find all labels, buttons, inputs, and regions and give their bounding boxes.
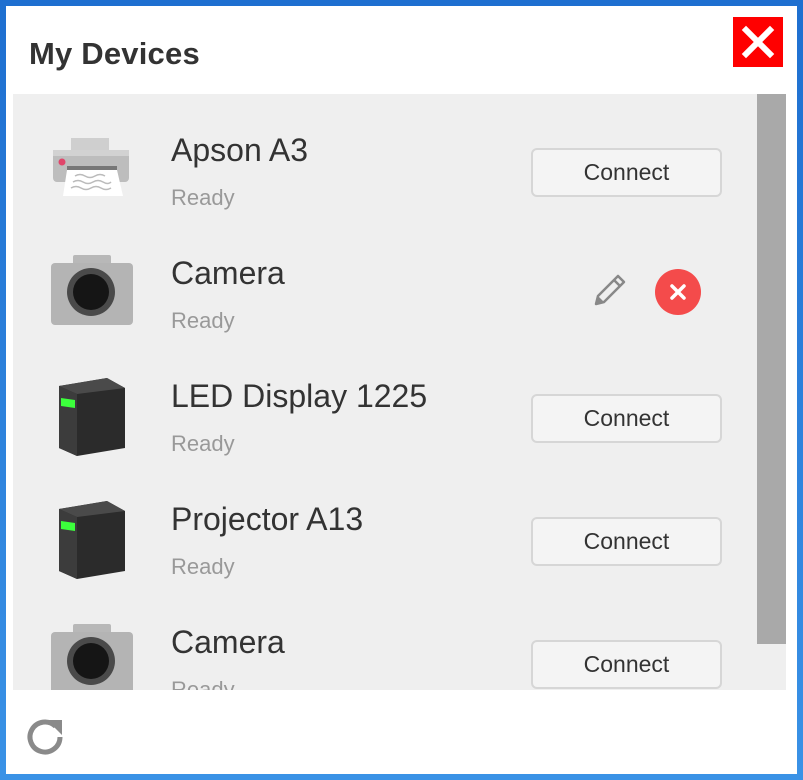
printer-icon	[49, 128, 133, 212]
device-status: Ready	[171, 677, 235, 690]
device-status: Ready	[171, 554, 235, 579]
device-name: LED Display 1225	[171, 378, 428, 414]
refresh-button[interactable]	[18, 710, 72, 764]
device-row[interactable]: Camera Ready	[13, 217, 750, 340]
dialog-title: My Devices	[29, 36, 200, 71]
device-list[interactable]: Apson A3 Ready Connect Camera Ready LED …	[13, 94, 786, 690]
close-icon	[741, 25, 775, 59]
device-status: Ready	[171, 431, 235, 456]
dialog-footer	[6, 690, 797, 774]
delete-device-button[interactable]	[655, 269, 701, 315]
delete-x-icon	[670, 284, 686, 300]
scrollbar-thumb[interactable]	[757, 94, 786, 644]
edit-device-button[interactable]	[586, 266, 634, 314]
camera-icon	[49, 620, 133, 690]
device-row[interactable]: LED Display 1225 Ready Connect	[13, 340, 750, 463]
connect-button[interactable]: Connect	[531, 640, 722, 689]
scrollbar[interactable]	[750, 94, 786, 690]
close-button[interactable]	[733, 17, 783, 67]
refresh-icon	[27, 719, 63, 755]
pencil-icon	[594, 274, 626, 306]
display-box-icon	[49, 374, 133, 458]
camera-icon	[49, 251, 133, 335]
connect-button[interactable]: Connect	[531, 148, 722, 197]
device-row[interactable]: Apson A3 Ready Connect	[13, 94, 750, 217]
connect-button[interactable]: Connect	[531, 394, 722, 443]
device-name: Camera	[171, 255, 285, 291]
device-status: Ready	[171, 185, 235, 210]
projector-box-icon	[49, 497, 133, 581]
device-name: Camera	[171, 624, 285, 660]
device-status: Ready	[171, 308, 235, 333]
device-row[interactable]: Camera Ready Connect	[13, 586, 750, 690]
device-row[interactable]: Projector A13 Ready Connect	[13, 463, 750, 586]
device-name: Apson A3	[171, 132, 308, 168]
device-name: Projector A13	[171, 501, 364, 537]
connect-button[interactable]: Connect	[531, 517, 722, 566]
my-devices-dialog: My Devices Apson A3 Ready Connect Camera…	[6, 6, 797, 774]
